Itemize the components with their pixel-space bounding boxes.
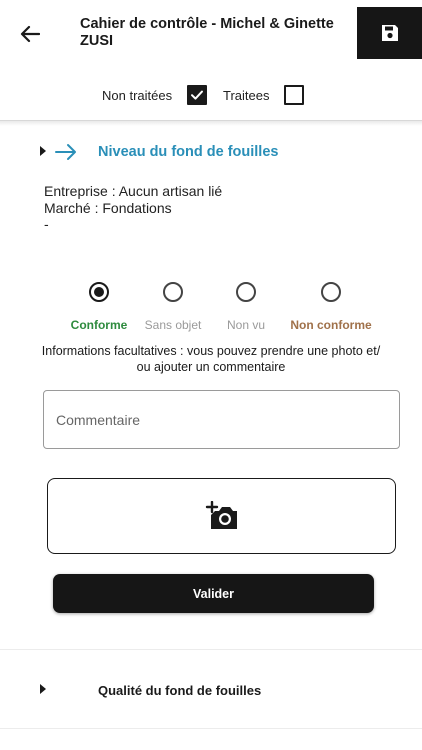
untreated-label: Non traitées [102, 88, 173, 103]
save-icon [381, 25, 398, 41]
info-extra: - [44, 216, 49, 232]
arrow-left-icon [20, 25, 40, 43]
bottom-divider [0, 728, 422, 729]
validate-button[interactable]: Valider [53, 574, 374, 613]
radio-non-vu[interactable] [236, 282, 256, 302]
status-radio-group: Conforme Sans objet Non vu Non conforme [0, 280, 422, 336]
save-button[interactable] [357, 7, 422, 59]
label-non-conforme: Non conforme [290, 318, 372, 332]
section-header-niveau[interactable]: Niveau du fond de fouilles [36, 138, 396, 166]
treated-checkbox[interactable] [284, 85, 304, 105]
treated-label: Traitees [223, 88, 270, 103]
help-text: Informations facultatives : vous pouvez … [41, 344, 381, 374]
section-info: Entreprise : Aucun artisan lié Marché : … [44, 183, 222, 233]
info-market: Marché : Fondations [44, 199, 172, 216]
radio-non-conforme[interactable] [321, 282, 341, 302]
info-company: Entreprise : Aucun artisan lié [44, 183, 223, 199]
section-header-qualite[interactable]: Qualité du fond de fouilles [36, 676, 396, 704]
section-title: Niveau du fond de fouilles [98, 144, 279, 160]
checkmark-icon [191, 90, 203, 100]
untreated-checkbox[interactable] [187, 85, 207, 105]
section-divider [0, 649, 422, 650]
comment-input[interactable] [43, 390, 400, 449]
page-title: Cahier de contrôle - Michel & Ginette ZU… [80, 16, 334, 49]
caret-right-icon [40, 684, 46, 694]
filter-row: Non traitées Traitees [0, 76, 422, 116]
header-divider [0, 120, 422, 126]
add-photo-icon [205, 501, 237, 529]
radio-conforme[interactable] [89, 282, 109, 302]
arrow-right-icon [55, 144, 76, 160]
section-title-qualite: Qualité du fond de fouilles [98, 683, 262, 698]
back-button[interactable] [14, 18, 46, 50]
radio-sans-objet[interactable] [163, 282, 183, 302]
add-photo-button[interactable] [47, 478, 396, 554]
caret-right-icon [40, 146, 46, 156]
app-header: Cahier de contrôle - Michel & Ginette ZU… [0, 0, 422, 66]
